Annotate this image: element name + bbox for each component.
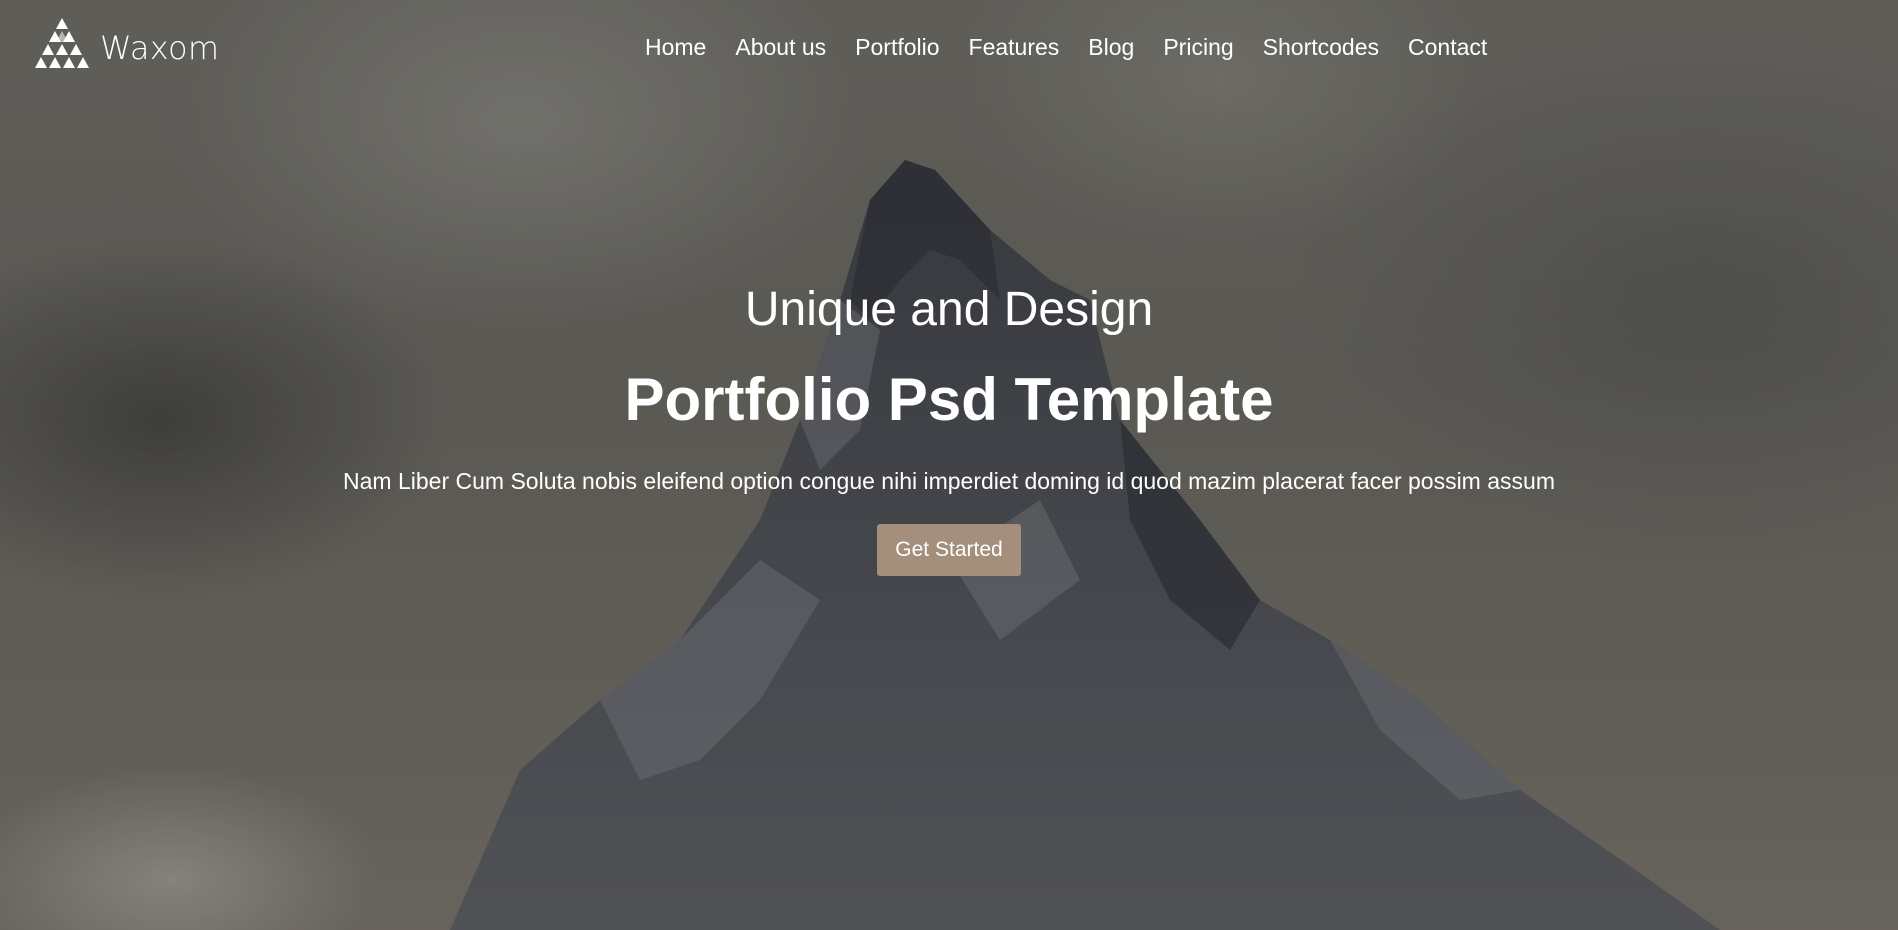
nav-link-features[interactable]: Features xyxy=(969,34,1060,60)
nav-link-blog[interactable]: Blog xyxy=(1088,34,1134,60)
get-started-button[interactable]: Get Started xyxy=(877,524,1021,576)
nav-item-contact: Contact xyxy=(1408,34,1487,61)
nav-link-contact[interactable]: Contact xyxy=(1408,34,1487,60)
hero-title: Portfolio Psd Template xyxy=(624,366,1274,433)
nav-item-pricing: Pricing xyxy=(1163,34,1233,61)
nav-item-home: Home xyxy=(645,34,706,61)
hero-description: Nam Liber Cum Soluta nobis eleifend opti… xyxy=(343,468,1555,494)
nav-link-shortcodes[interactable]: Shortcodes xyxy=(1263,34,1379,60)
brand-name: Waxom xyxy=(100,29,220,67)
nav-link-about[interactable]: About us xyxy=(735,34,826,60)
nav-item-features: Features xyxy=(969,34,1060,61)
hero-section: Waxom Home About us Portfolio Features B… xyxy=(0,0,1898,930)
hero-subtitle: Unique and Design xyxy=(744,283,1154,336)
nav-item-about: About us xyxy=(735,34,826,61)
brand-logo[interactable]: Waxom xyxy=(30,16,219,74)
nav-item-portfolio: Portfolio xyxy=(855,34,939,61)
nav-link-portfolio[interactable]: Portfolio xyxy=(855,34,939,60)
nav-link-pricing[interactable]: Pricing xyxy=(1163,34,1233,60)
main-nav: Home About us Portfolio Features Blog Pr… xyxy=(645,34,1487,61)
triangle-mosaic-logo-icon xyxy=(35,18,89,68)
nav-link-home[interactable]: Home xyxy=(645,34,706,60)
nav-item-shortcodes: Shortcodes xyxy=(1263,34,1379,61)
hero-content: Unique and Design Portfolio Psd Template… xyxy=(0,280,1898,576)
nav-item-blog: Blog xyxy=(1088,34,1134,61)
